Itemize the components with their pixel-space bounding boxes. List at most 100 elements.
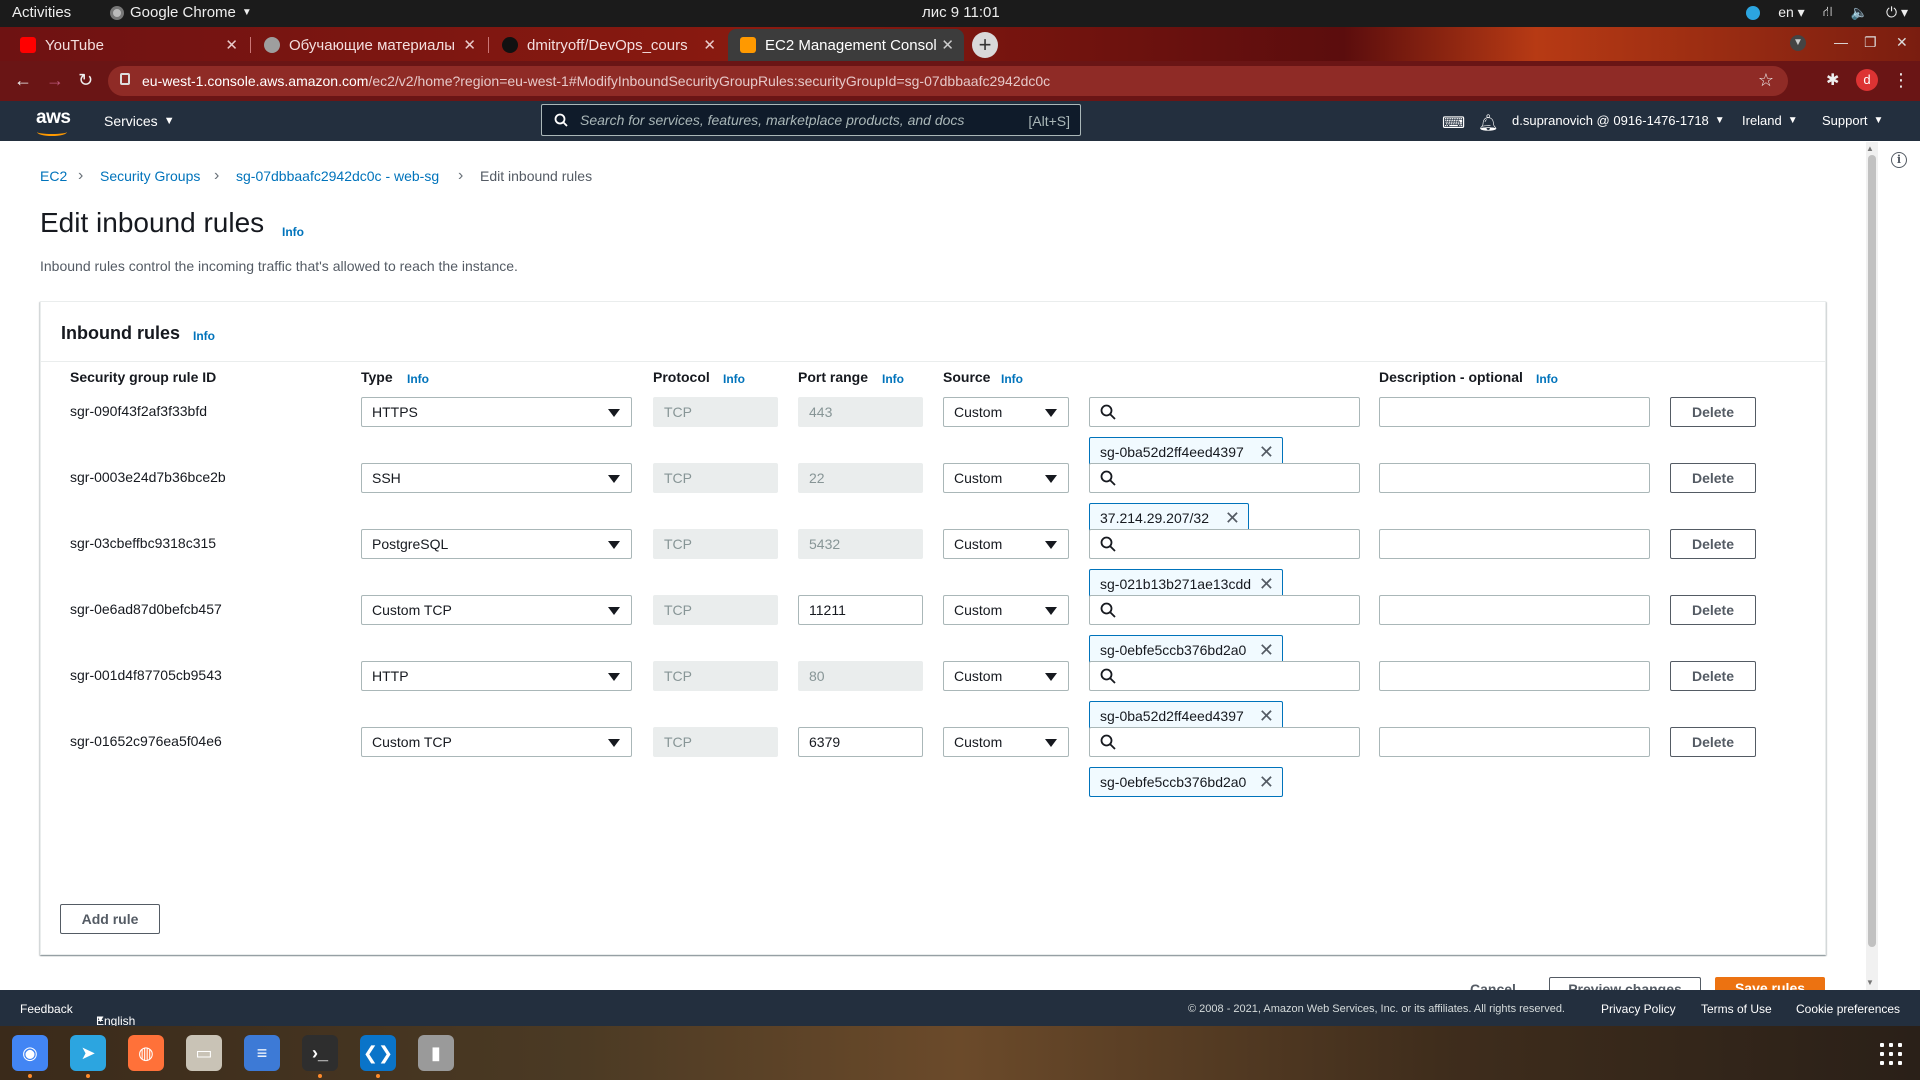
source-info-link[interactable]: Info <box>1001 372 1023 386</box>
telegram-tray-icon[interactable] <box>1746 5 1761 20</box>
port-range-input[interactable]: 6379 <box>798 727 923 757</box>
title-info-link[interactable]: Info <box>282 225 304 239</box>
source-select[interactable]: Custom <box>943 463 1069 493</box>
description-input[interactable] <box>1379 529 1650 559</box>
panel-info-link[interactable]: Info <box>193 329 215 343</box>
breadcrumb-security-groups[interactable]: Security Groups <box>100 168 200 184</box>
breadcrumb-security-group[interactable]: sg-07dbbaafc2942dc0c - web-sg <box>236 168 439 184</box>
reload-icon[interactable]: ↻ <box>78 70 93 91</box>
chrome-menu-icon[interactable]: ⋮ <box>1892 70 1910 91</box>
telegram-dock-icon[interactable]: ➤ <box>70 1035 106 1078</box>
source-select[interactable]: Custom <box>943 727 1069 757</box>
description-input[interactable] <box>1379 595 1650 625</box>
app-menu[interactable]: Google Chrome ▼ <box>110 4 252 21</box>
network-icon[interactable]: ⛙ <box>1823 3 1833 22</box>
show-applications-grid-icon[interactable] <box>1880 1043 1902 1065</box>
close-tab-icon[interactable]: ✕ <box>225 36 238 54</box>
remove-token-icon[interactable]: ✕ <box>1259 438 1274 466</box>
close-tab-icon[interactable]: ✕ <box>703 36 716 54</box>
source-search-input[interactable] <box>1089 397 1360 427</box>
protocol-info-link[interactable]: Info <box>723 372 745 386</box>
account-menu[interactable]: d.supranovich @ 0916-1476-1718 ▼ <box>1512 113 1725 128</box>
source-search-input[interactable] <box>1089 595 1360 625</box>
back-icon[interactable]: ← <box>14 70 32 91</box>
cookie-preferences-link[interactable]: Cookie preferences <box>1796 1002 1900 1016</box>
breadcrumb-ec2[interactable]: EC2 <box>40 168 67 184</box>
tab-search-icon[interactable]: ▼ <box>1790 35 1806 51</box>
notifications-bell-icon[interactable]: 🔔︎ <box>1478 113 1498 133</box>
maximize-icon[interactable]: ❐ <box>1864 34 1877 51</box>
cloudshell-icon[interactable]: ⌨ <box>1442 113 1465 133</box>
profile-avatar[interactable]: d <box>1856 69 1878 91</box>
description-info-link[interactable]: Info <box>1536 372 1558 386</box>
source-select[interactable]: Custom <box>943 661 1069 691</box>
type-select[interactable]: SSH <box>361 463 632 493</box>
description-input[interactable] <box>1379 463 1650 493</box>
description-input[interactable] <box>1379 397 1650 427</box>
delete-rule-button[interactable]: Delete <box>1670 595 1756 625</box>
chrome-dock-icon[interactable]: ◉ <box>12 1035 48 1078</box>
feedback-link[interactable]: Feedback <box>20 1002 73 1016</box>
type-select[interactable]: HTTP <box>361 661 632 691</box>
terminal-dock-icon[interactable]: ›_ <box>302 1035 338 1078</box>
close-tab-icon[interactable]: ✕ <box>463 36 476 54</box>
new-tab-button[interactable]: + <box>972 32 998 58</box>
type-select[interactable]: PostgreSQL <box>361 529 632 559</box>
terms-of-use-link[interactable]: Terms of Use <box>1701 1002 1772 1016</box>
extensions-puzzle-icon[interactable]: ✱ <box>1826 70 1839 90</box>
remove-token-icon[interactable]: ✕ <box>1259 702 1274 730</box>
page-scrollbar[interactable]: ▲ ▼ <box>1866 142 1878 990</box>
aws-search-input[interactable]: Search for services, features, marketpla… <box>541 104 1081 136</box>
delete-rule-button[interactable]: Delete <box>1670 529 1756 559</box>
type-select[interactable]: Custom TCP <box>361 595 632 625</box>
power-icon[interactable]: ⏻ ▾ <box>1886 4 1908 21</box>
close-window-icon[interactable]: ✕ <box>1896 34 1908 51</box>
text-editor-dock-icon[interactable]: ≡ <box>244 1035 280 1071</box>
close-tab-icon[interactable]: ✕ <box>941 36 954 54</box>
support-menu[interactable]: Support ▼ <box>1822 113 1883 128</box>
add-rule-button[interactable]: Add rule <box>60 904 160 934</box>
bookmark-star-icon[interactable]: ☆ <box>1758 70 1774 91</box>
source-search-input[interactable] <box>1089 529 1360 559</box>
source-search-input[interactable] <box>1089 661 1360 691</box>
source-search-input[interactable] <box>1089 463 1360 493</box>
forward-icon[interactable]: → <box>46 70 64 91</box>
aws-logo[interactable]: aws <box>36 107 71 136</box>
minimize-icon[interactable]: — <box>1834 34 1848 50</box>
delete-rule-button[interactable]: Delete <box>1670 463 1756 493</box>
scrollbar-thumb[interactable] <box>1868 155 1876 947</box>
vscode-dock-icon[interactable]: ❮❯ <box>360 1035 396 1078</box>
tab-ec2-console[interactable]: EC2 Management Console ✕ <box>728 29 964 61</box>
volume-icon[interactable]: 🔈 <box>1851 4 1868 21</box>
region-menu[interactable]: Ireland ▼ <box>1742 113 1798 128</box>
usb-drive-dock-icon[interactable]: ▮ <box>418 1035 454 1071</box>
tab-learning-materials[interactable]: Обучающие материалы ✕ <box>252 29 486 61</box>
remove-token-icon[interactable]: ✕ <box>1259 570 1274 598</box>
delete-rule-button[interactable]: Delete <box>1670 397 1756 427</box>
port-range-input[interactable]: 11211 <box>798 595 923 625</box>
privacy-policy-link[interactable]: Privacy Policy <box>1601 1002 1676 1016</box>
type-info-link[interactable]: Info <box>407 372 429 386</box>
delete-rule-button[interactable]: Delete <box>1670 727 1756 757</box>
type-select[interactable]: HTTPS <box>361 397 632 427</box>
remove-token-icon[interactable]: ✕ <box>1259 768 1274 796</box>
firefox-dock-icon[interactable]: ◍ <box>128 1035 164 1071</box>
scroll-down-arrow-icon[interactable]: ▼ <box>1866 978 1874 987</box>
description-input[interactable] <box>1379 727 1650 757</box>
language-indicator[interactable]: en ▾ <box>1778 4 1805 21</box>
activities-button[interactable]: Activities <box>12 4 71 21</box>
files-dock-icon[interactable]: ▭ <box>186 1035 222 1071</box>
remove-token-icon[interactable]: ✕ <box>1259 636 1274 664</box>
clock[interactable]: лис 9 11:01 <box>922 4 1000 21</box>
system-tray[interactable]: en ▾ ⛙ 🔈 ⏻ ▾ <box>1746 3 1908 22</box>
source-select[interactable]: Custom <box>943 529 1069 559</box>
tab-github[interactable]: dmitryoff/DevOps_cours ✕ <box>490 29 726 61</box>
scroll-up-arrow-icon[interactable]: ▲ <box>1866 144 1874 153</box>
description-input[interactable] <box>1379 661 1650 691</box>
help-panel-info-icon[interactable]: i <box>1891 152 1907 168</box>
services-menu[interactable]: Services ▼ <box>104 113 175 129</box>
delete-rule-button[interactable]: Delete <box>1670 661 1756 691</box>
tab-youtube[interactable]: YouTube ✕ <box>8 29 248 61</box>
source-select[interactable]: Custom <box>943 397 1069 427</box>
port-range-info-link[interactable]: Info <box>882 372 904 386</box>
